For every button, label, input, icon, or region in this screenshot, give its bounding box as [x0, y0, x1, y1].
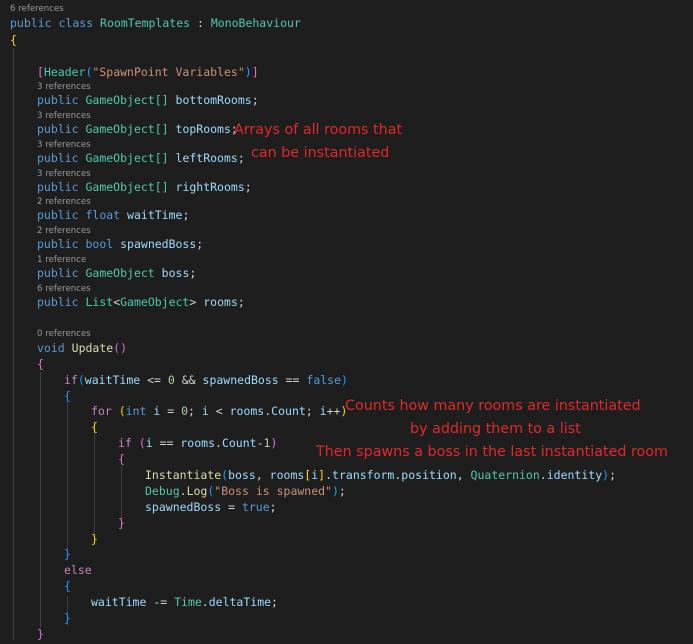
code-line-if-open-brace: {	[64, 389, 71, 403]
code-line-toprooms-field: public GameObject[] topRooms;	[37, 122, 238, 136]
code-line-for-close-brace: }	[91, 532, 98, 546]
code-line-inner-if-close-brace: }	[118, 516, 125, 530]
indent-guide	[94, 432, 95, 542]
indent-guide	[13, 48, 14, 640]
field-bottomrooms: bottomRooms	[175, 93, 252, 107]
code-line-for-open-brace: {	[91, 420, 98, 434]
code-line-set-spawnedboss: spawnedBoss = true;	[145, 500, 277, 514]
annotation-counts-line3: Then spawns a boss in the last instantia…	[316, 444, 668, 460]
field-rightrooms: rightRooms	[175, 180, 245, 194]
indent-guide	[40, 372, 41, 628]
keyword-public: public	[10, 16, 52, 30]
base-class-name: MonoBehaviour	[210, 16, 301, 30]
code-line-inner-if-condition: if (i == rooms.Count-1)	[118, 436, 278, 450]
code-line-inner-if-open-brace: {	[118, 452, 125, 466]
keyword-class: class	[58, 16, 94, 30]
class-name: RoomTemplates	[100, 16, 191, 30]
code-line-update-close-brace: }	[37, 627, 44, 641]
code-line-header-attribute: [Header("SpawnPoint Variables")]	[37, 65, 259, 79]
code-line-waittime-decrement: waitTime -= Time.deltaTime;	[91, 595, 278, 609]
code-line-spawnedboss-field: public bool spawnedBoss;	[37, 237, 204, 251]
field-spawnedboss: spawnedBoss	[120, 237, 197, 251]
code-line-else-open-brace: {	[64, 579, 71, 593]
method-instantiate: Instantiate	[145, 468, 222, 482]
attribute-string: "SpawnPoint Variables"	[92, 65, 245, 79]
code-line-rooms-field: public List<GameObject> rooms;	[37, 295, 245, 309]
method-update: Update	[71, 341, 114, 355]
code-line-instantiate-call: Instantiate(boss, rooms[i].transform.pos…	[145, 468, 616, 482]
code-line-class-open-brace: {	[10, 33, 17, 47]
code-line-rightrooms-field: public GameObject[] rightRooms;	[37, 180, 252, 194]
code-line-else: else	[64, 563, 92, 577]
annotation-arrays-line1: Arrays of all rooms that	[234, 122, 403, 138]
code-lens-class-references[interactable]: 6 references	[10, 4, 64, 15]
field-waittime: waitTime	[127, 208, 183, 222]
field-leftrooms: leftRooms	[175, 151, 238, 165]
code-line-else-close-brace: }	[64, 611, 71, 625]
code-line-waittime-field: public float waitTime;	[37, 208, 190, 222]
code-line-update-open-brace: {	[37, 357, 44, 371]
attribute-name: Header	[43, 65, 86, 79]
code-line-leftrooms-field: public GameObject[] leftRooms;	[37, 151, 245, 165]
code-line-debug-log: Debug.Log("Boss is spawned");	[145, 484, 346, 498]
log-string: "Boss is spawned"	[214, 484, 332, 498]
code-line-boss-field: public GameObject boss;	[37, 266, 197, 280]
code-line-if-condition: if(waitTime <= 0 && spawnedBoss == false…	[64, 373, 348, 387]
code-lens-update-references[interactable]: 0 references	[37, 329, 91, 340]
code-line-class-declaration: public class RoomTemplates : MonoBehavio…	[10, 16, 301, 30]
code-line-if-close-brace: }	[64, 547, 71, 561]
annotation-arrays-line2: can be instantiated	[251, 145, 390, 161]
field-rooms: rooms	[203, 295, 238, 309]
annotation-counts-line1: Counts how many rooms are instantiated	[345, 398, 641, 414]
annotation-counts-line2: by adding them to a list	[410, 421, 581, 437]
code-line-bottomrooms-field: public GameObject[] bottomRooms;	[37, 93, 259, 107]
field-boss: boss	[161, 266, 190, 280]
field-toprooms: topRooms	[175, 122, 231, 136]
code-editor[interactable]: 6 references public class RoomTemplates …	[0, 0, 693, 644]
code-line-update-signature: void Update()	[37, 341, 128, 355]
indent-guide	[67, 402, 68, 552]
code-line-for-loop: for (int i = 0; i < rooms.Count; i++)	[91, 404, 348, 418]
